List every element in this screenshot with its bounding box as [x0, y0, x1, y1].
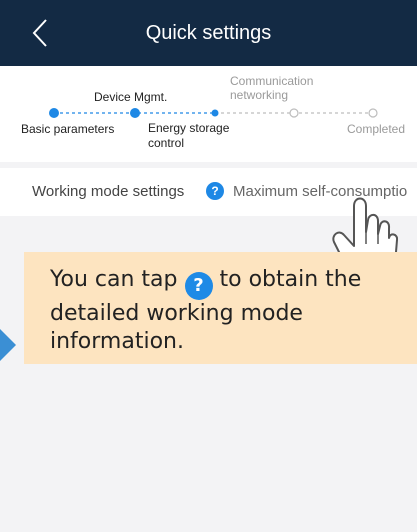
- step-label-basic-parameters: Basic parameters: [21, 122, 115, 136]
- progress-steps: Device Mgmt. Communication networking Ba…: [0, 66, 417, 162]
- step-label-energy-storage-1: Energy storage: [148, 121, 230, 135]
- step-label-completed: Completed: [347, 122, 406, 136]
- callout-box: You can tap ? to obtain the detailed wor…: [24, 252, 417, 364]
- title-bar: Quick settings: [0, 0, 417, 66]
- step-dot-completed: [368, 108, 378, 118]
- pointer-arrow-icon: [0, 329, 16, 361]
- step-dot-energy: [211, 109, 219, 117]
- question-icon[interactable]: ?: [206, 182, 224, 200]
- progress-track: [49, 108, 378, 118]
- step-label-energy-storage-2: control: [148, 136, 185, 150]
- callout-text: You can tap ? to obtain the detailed wor…: [50, 266, 410, 356]
- question-icon: ?: [184, 272, 213, 300]
- step-dot-basic: [49, 108, 59, 118]
- callout-text-before: You can tap: [50, 267, 178, 292]
- step-dot-device: [130, 108, 140, 118]
- step-dot-communication: [289, 108, 299, 118]
- working-mode-label: Working mode settings: [32, 183, 185, 200]
- page-title: Quick settings: [145, 22, 272, 44]
